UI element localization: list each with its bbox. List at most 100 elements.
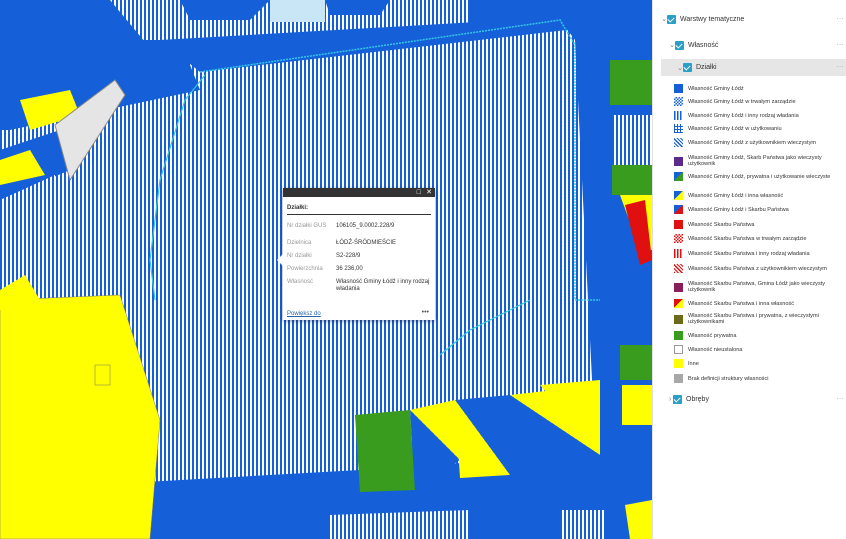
- legend-item: Własność Gminy Łódź i inny rodzaj władan…: [674, 111, 846, 120]
- legend-label: Własność Skarbu Państwa: [688, 221, 755, 228]
- legend-swatch: [674, 331, 683, 340]
- checkbox-icon[interactable]: [675, 40, 684, 50]
- more-options-button[interactable]: ...: [837, 62, 844, 69]
- legend-item: Własność Skarbu Państwa i prywatna, z wi…: [674, 313, 846, 325]
- legend-item: Własność Skarbu Państwa: [674, 220, 846, 229]
- legend-label: Własność Skarbu Państwa, Gmina Łódź jako…: [688, 281, 826, 293]
- popup-header: □ ✕: [283, 188, 435, 197]
- legend-label: Własność Gminy Łódź i inny rodzaj władan…: [688, 112, 799, 119]
- light-blue-parcel: [270, 0, 325, 22]
- more-options-button[interactable]: ...: [837, 40, 844, 47]
- legend-label: Własność prywatna: [688, 332, 737, 339]
- legend-swatch: [674, 345, 683, 354]
- popup-pointer: [277, 254, 283, 266]
- legend-label: Własność Gminy Łódź i Skarbu Państwa: [688, 206, 789, 213]
- field-value: ŁÓDŹ-ŚRÓDMIEŚCIE: [336, 240, 397, 246]
- field-label: Nr działki GUS: [287, 223, 327, 229]
- legend-item: Inne: [674, 359, 846, 368]
- field-value: 106105_9.0002.228/9: [336, 223, 395, 229]
- close-icon[interactable]: ✕: [426, 188, 432, 197]
- legend-item: Własność nieustalona: [674, 345, 846, 354]
- parcel-popup[interactable]: □ ✕ Działki: Nr działki GUS 106105_9.000…: [277, 188, 435, 320]
- legend-label: Własność Skarbu Państwa i inny rodzaj wł…: [688, 250, 810, 257]
- legend-swatch: [674, 111, 683, 120]
- striped-parcel: [560, 510, 605, 539]
- layer-label: Działki: [696, 64, 717, 71]
- legend-item: Własność Skarbu Państwa w trwałym zarząd…: [674, 234, 846, 243]
- popup-more-button[interactable]: •••: [422, 309, 429, 316]
- legend-item: Własność Gminy Łódź: [674, 84, 846, 93]
- green-parcel: [610, 60, 652, 105]
- legend-label: Brak definicji struktury własności: [688, 375, 769, 382]
- legend-label: Własność Gminy Łódź, prywatna i użytkowa…: [688, 173, 831, 180]
- more-options-button[interactable]: ...: [837, 14, 844, 21]
- more-options-button[interactable]: ...: [837, 394, 844, 401]
- field-label: Własność: [287, 279, 314, 285]
- layer-item-root[interactable]: ⌄ Warstwy tematyczne: [661, 12, 744, 26]
- checkbox-icon[interactable]: [667, 14, 676, 24]
- legend-item: Własność prywatna: [674, 331, 846, 340]
- field-value: Własność Gminy Łódź i inny rodzaj władan…: [336, 279, 430, 292]
- popup-field-row: Nr działki GUS 106105_9.0002.228/9: [287, 223, 431, 230]
- green-parcel: [355, 410, 415, 492]
- legend-swatch: [674, 374, 683, 383]
- legend-swatch: [674, 299, 683, 308]
- layer-item-sublayer[interactable]: ⌄ Działki: [661, 59, 846, 76]
- road-parcel: [325, 0, 390, 15]
- legend-item: Własność Skarbu Państwa z użytkownikiem …: [674, 264, 846, 273]
- field-value: 36 236,00: [336, 266, 363, 272]
- legend-swatch: [674, 205, 683, 214]
- layer-label: Obręby: [686, 395, 709, 403]
- legend-label: Własność Gminy Łódź w trwałym zarządzie: [688, 98, 796, 105]
- legend-swatch: [674, 282, 683, 292]
- legend-swatch: [674, 97, 683, 106]
- layer-label: Warstwy tematyczne: [680, 15, 745, 23]
- legend-label: Własność Gminy Łódź w użytkowaniu: [688, 125, 782, 132]
- legend-swatch: [674, 172, 683, 181]
- green-parcel: [612, 165, 652, 195]
- popup-title: Działki:: [287, 205, 309, 211]
- map-view[interactable]: □ ✕ Działki: Nr działki GUS 106105_9.000…: [0, 0, 652, 539]
- legend-swatch: [674, 314, 683, 324]
- legend-item: Własność Gminy Łódź i inna własność: [674, 191, 846, 200]
- checkbox-icon[interactable]: [683, 63, 692, 72]
- legend-label: Własność nieustalona: [688, 346, 743, 353]
- legend-item: Brak definicji struktury własności: [674, 374, 846, 383]
- maximize-icon[interactable]: □: [417, 188, 421, 197]
- legend-item: Własność Gminy Łódź i Skarbu Państwa: [674, 205, 846, 214]
- layer-item-obreby[interactable]: › Obręby: [667, 392, 709, 406]
- field-value: S2-228/9: [336, 253, 361, 259]
- layer-item-group[interactable]: ⌄ Własność: [669, 38, 718, 52]
- popup-field-row: Nr działki S2-228/9: [287, 253, 431, 260]
- yellow-parcel: [622, 385, 652, 425]
- legend-swatch: [674, 191, 683, 200]
- legend-label: Własność Gminy Łódź: [688, 85, 744, 92]
- popup-divider: [287, 214, 431, 215]
- legend-item: Własność Gminy Łódź, prywatna i użytkowa…: [674, 172, 846, 181]
- legend-label: Własność Skarbu Państwa z użytkownikiem …: [688, 265, 827, 272]
- checkbox-icon[interactable]: [673, 394, 682, 404]
- popup-field-row: Powierzchnia 36 236,00: [287, 266, 431, 273]
- legend-item: Własność Skarbu Państwa i inny rodzaj wł…: [674, 249, 846, 258]
- striped-parcel: [612, 115, 652, 165]
- legend-label: Inne: [688, 360, 699, 367]
- legend-item: Własność Gminy Łódź, Skarb Państwa jako …: [674, 155, 846, 167]
- legend-item: Własność Gminy Łódź w użytkowaniu: [674, 124, 846, 133]
- legend-swatch: [674, 138, 683, 147]
- zoom-to-link[interactable]: Powiększ do: [287, 311, 321, 317]
- legend-swatch: [674, 220, 683, 229]
- layer-label: Własność: [688, 41, 719, 49]
- legend-label: Własność Skarbu Państwa i prywatna, z wi…: [688, 313, 819, 325]
- legend-item: Własność Gminy Łódź z użytkownikiem wiec…: [674, 138, 846, 147]
- popup-field-row: Dzielnica ŁÓDŹ-ŚRÓDMIEŚCIE: [287, 240, 431, 247]
- legend-swatch: [674, 156, 683, 166]
- road-parcel: [625, 270, 652, 310]
- legend-item: Własność Skarbu Państwa i inna własność: [674, 299, 846, 308]
- legend-swatch: [674, 124, 683, 133]
- striped-parcel: [330, 510, 470, 539]
- legend-item: Własność Gminy Łódź w trwałym zarządzie: [674, 97, 846, 106]
- field-label: Powierzchnia: [287, 266, 323, 272]
- green-parcel: [620, 345, 652, 380]
- legend-swatch: [674, 84, 683, 93]
- field-label: Dzielnica: [287, 240, 312, 246]
